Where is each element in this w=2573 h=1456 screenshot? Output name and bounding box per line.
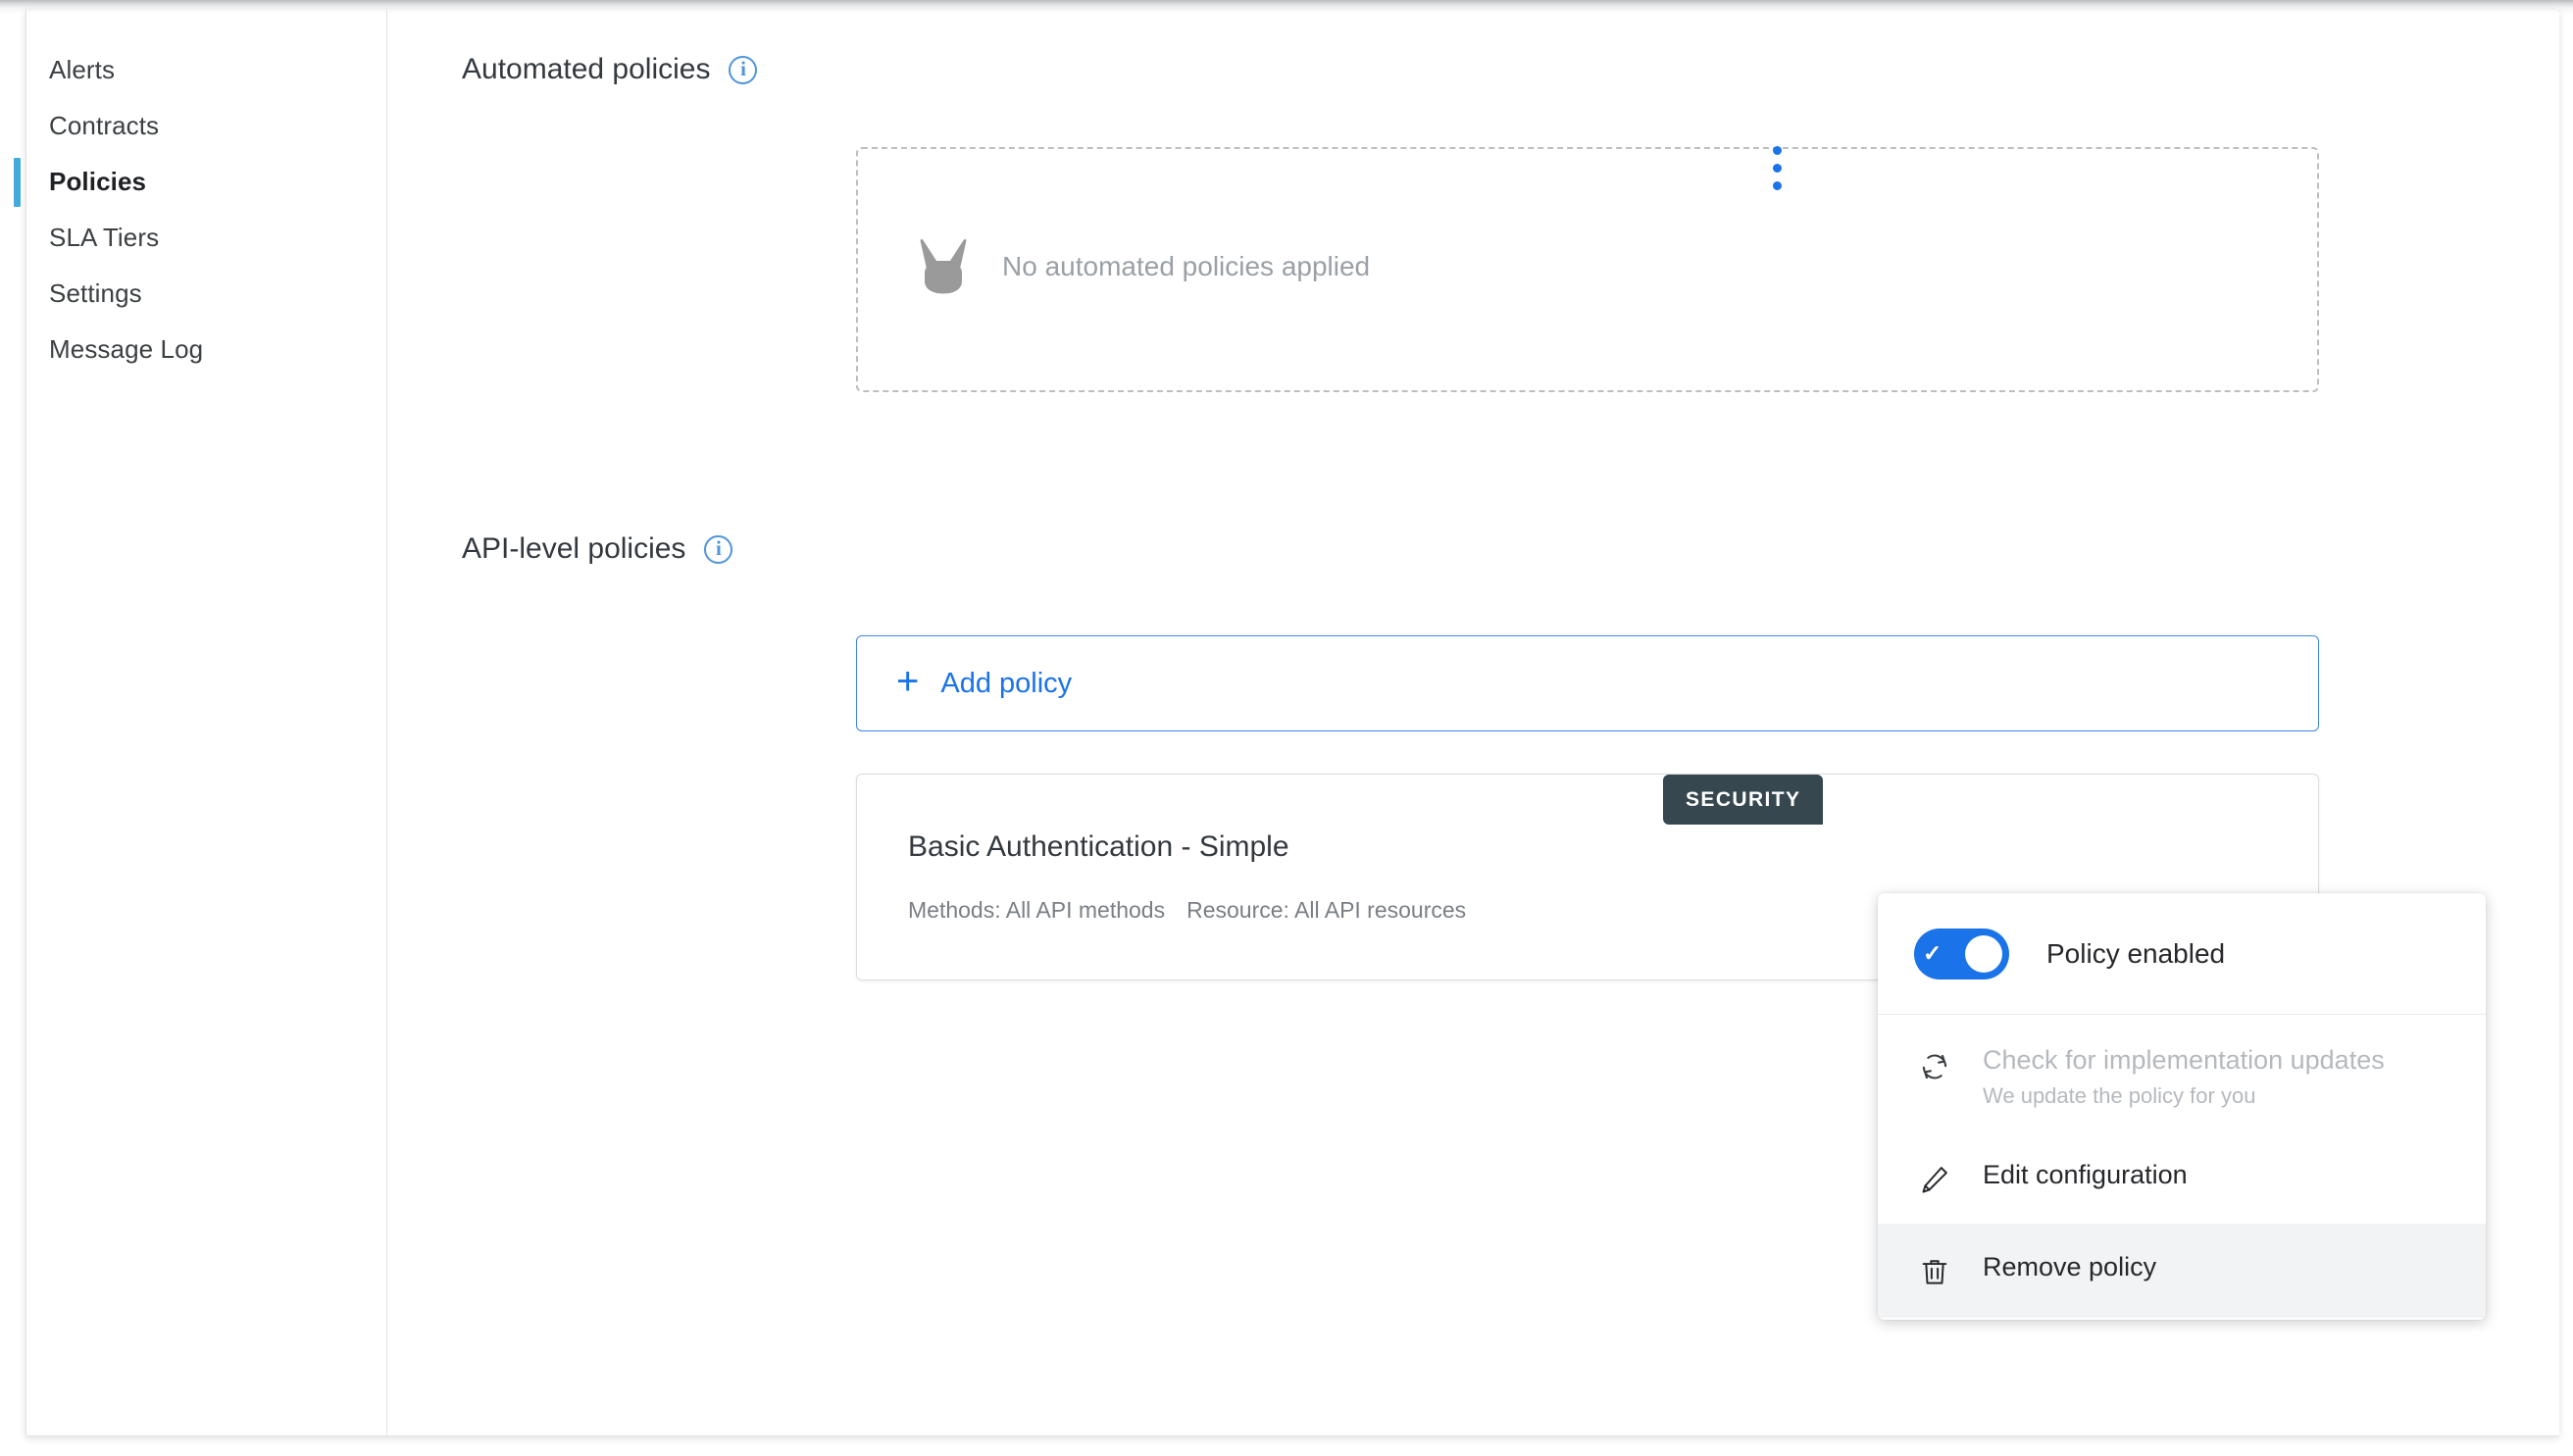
sidebar-item-label: Settings xyxy=(49,278,142,308)
menu-item-text: Check for implementation updates We upda… xyxy=(1983,1044,2385,1110)
plus-icon: + xyxy=(896,660,920,703)
toggle-knob xyxy=(1965,934,2002,973)
automated-policies-empty-state: No automated policies applied xyxy=(918,238,1370,295)
pencil-icon xyxy=(1914,1159,1955,1196)
sidebar-item-list: Alerts Contracts Policies SLA Tiers Sett… xyxy=(14,42,386,377)
app-shell: Alerts Contracts Policies SLA Tiers Sett… xyxy=(0,0,2573,1456)
policy-meta: Methods: All API methods Resource: All A… xyxy=(908,897,1466,924)
policy-resource: Resource: All API resources xyxy=(1186,897,1467,923)
trash-icon xyxy=(1914,1251,1955,1288)
info-circle-icon[interactable]: i xyxy=(704,534,733,564)
policy-methods: Methods: All API methods xyxy=(908,897,1166,923)
sidebar-nav: Alerts Contracts Policies SLA Tiers Sett… xyxy=(14,11,387,1435)
empty-state-message: No automated policies applied xyxy=(1002,251,1371,281)
sidebar-item-label: SLA Tiers xyxy=(49,223,160,252)
sidebar-item-policies[interactable]: Policies xyxy=(14,154,386,210)
status-badge-label: SECURITY xyxy=(1686,787,1801,811)
policy-enabled-toggle[interactable]: ✓ xyxy=(1914,928,2009,979)
menu-item-check-updates[interactable]: Check for implementation updates We upda… xyxy=(1878,1015,2486,1131)
info-circle-icon[interactable]: i xyxy=(729,55,758,84)
policy-context-menu: ✓ Policy enabled Check for implementatio… xyxy=(1878,893,2486,1320)
kebab-dot xyxy=(1772,145,1782,155)
refresh-icon xyxy=(1914,1044,1955,1085)
menu-item-sublabel: We update the policy for you xyxy=(1983,1083,2256,1109)
status-badge-security: SECURITY xyxy=(1663,775,1824,825)
check-icon: ✓ xyxy=(1923,940,1942,966)
section-title: API-level policies xyxy=(462,532,686,565)
menu-item-label: Edit configuration xyxy=(1983,1159,2188,1189)
menu-item-remove-policy[interactable]: Remove policy xyxy=(1878,1223,2486,1318)
sidebar-item-label: Contracts xyxy=(49,111,160,140)
api-level-policies-heading: API-level policies i xyxy=(462,532,733,566)
sidebar-item-label: Message Log xyxy=(49,334,204,364)
section-title: Automated policies xyxy=(462,53,711,85)
sidebar-item-label: Policies xyxy=(49,167,147,196)
sidebar-item-contracts[interactable]: Contracts xyxy=(26,98,386,154)
kebab-menu-icon[interactable] xyxy=(1760,136,1793,199)
sidebar-item-message-log[interactable]: Message Log xyxy=(26,322,386,377)
sidebar-item-alerts[interactable]: Alerts xyxy=(26,42,386,98)
kebab-dot xyxy=(1772,180,1782,190)
policy-enabled-toggle-row[interactable]: ✓ Policy enabled xyxy=(1878,893,2486,1015)
menu-item-label: Check for implementation updates xyxy=(1983,1045,2385,1075)
sidebar-item-label: Alerts xyxy=(49,55,116,84)
menu-item-edit-configuration[interactable]: Edit configuration xyxy=(1878,1131,2486,1224)
policy-name: Basic Authentication - Simple xyxy=(908,830,1289,863)
add-policy-button[interactable]: + Add policy xyxy=(856,635,2319,731)
automated-policies-heading: Automated policies i xyxy=(462,53,758,86)
sidebar-item-sla-tiers[interactable]: SLA Tiers xyxy=(26,210,386,266)
kebab-dot xyxy=(1772,163,1782,173)
menu-item-text: Edit configuration xyxy=(1983,1159,2188,1190)
policy-enabled-label: Policy enabled xyxy=(2046,937,2226,969)
menu-item-text: Remove policy xyxy=(1983,1251,2156,1282)
menu-item-label: Remove policy xyxy=(1983,1251,2157,1281)
add-policy-label: Add policy xyxy=(940,667,1073,699)
sidebar-item-settings[interactable]: Settings xyxy=(26,266,386,322)
mascot-head-icon xyxy=(918,238,969,295)
main-content: Automated policies i No automated polici… xyxy=(388,11,2559,1435)
